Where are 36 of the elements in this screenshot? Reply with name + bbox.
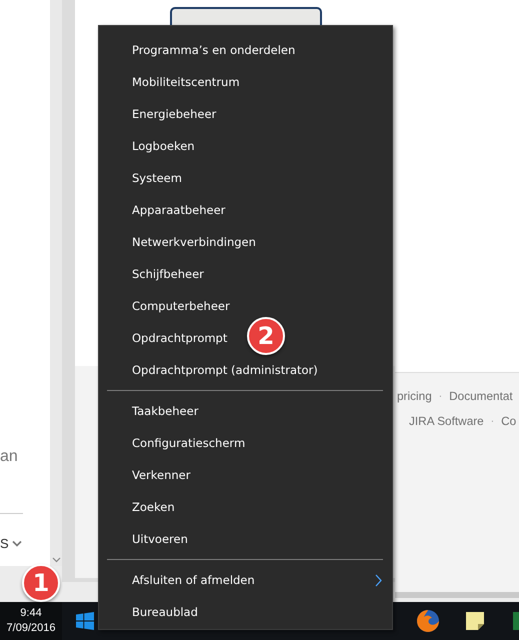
menu-item[interactable]: Schijfbeheer: [99, 258, 212, 290]
step-badge: 1: [22, 564, 60, 602]
menu-item[interactable]: Taakbeheer: [99, 395, 206, 427]
windows-logo-icon[interactable]: [76, 612, 94, 630]
chevron-right-icon: [375, 574, 382, 587]
footer-link[interactable]: Documentat: [449, 389, 513, 404]
menu-item[interactable]: Configuratiescherm: [99, 427, 254, 459]
menu-item[interactable]: Computerbeheer: [99, 290, 238, 322]
menu-item[interactable]: Apparaatbeheer: [99, 194, 234, 226]
menu-item[interactable]: Logboeken: [99, 130, 203, 162]
browser-globe-icon[interactable]: [416, 609, 440, 633]
menu-item[interactable]: Programma’s en onderdelen: [99, 34, 304, 66]
menu-item[interactable]: Netwerkverbindingen: [99, 226, 264, 258]
chevron-down-icon: [12, 540, 22, 547]
menu-item[interactable]: Systeem: [99, 162, 190, 194]
menu-item[interactable]: Afsluiten of afmelden: [99, 564, 392, 596]
menu-item[interactable]: Zoeken: [99, 491, 183, 523]
page-text: an: [0, 448, 18, 466]
menu-item[interactable]: Opdrachtprompt (administrator): [99, 354, 326, 386]
separator-dot: ·: [490, 415, 494, 429]
footer-link[interactable]: JIRA Software: [409, 414, 484, 429]
menu-item[interactable]: Opdrachtprompt: [99, 322, 236, 354]
menu-item[interactable]: Verkenner: [99, 459, 198, 491]
scroll-down-icon[interactable]: [52, 557, 61, 563]
menu-item[interactable]: Mobiliteitscentrum: [99, 66, 248, 98]
menu-item[interactable]: Uitvoeren: [99, 523, 196, 555]
footer-link[interactable]: Co: [501, 414, 516, 429]
separator-dot: ·: [438, 390, 442, 404]
sticky-note-icon[interactable]: [466, 612, 484, 630]
footer-link[interactable]: pricing: [397, 389, 432, 404]
clock-time: 9:44: [20, 606, 42, 621]
menu-item[interactable]: Bureaublad: [99, 596, 206, 628]
clock[interactable]: 9:44 7/09/2016: [0, 602, 62, 640]
clock-date: 7/09/2016: [6, 621, 56, 636]
menu-item[interactable]: Energiebeheer: [99, 98, 224, 130]
dropdown[interactable]: S: [0, 536, 22, 551]
